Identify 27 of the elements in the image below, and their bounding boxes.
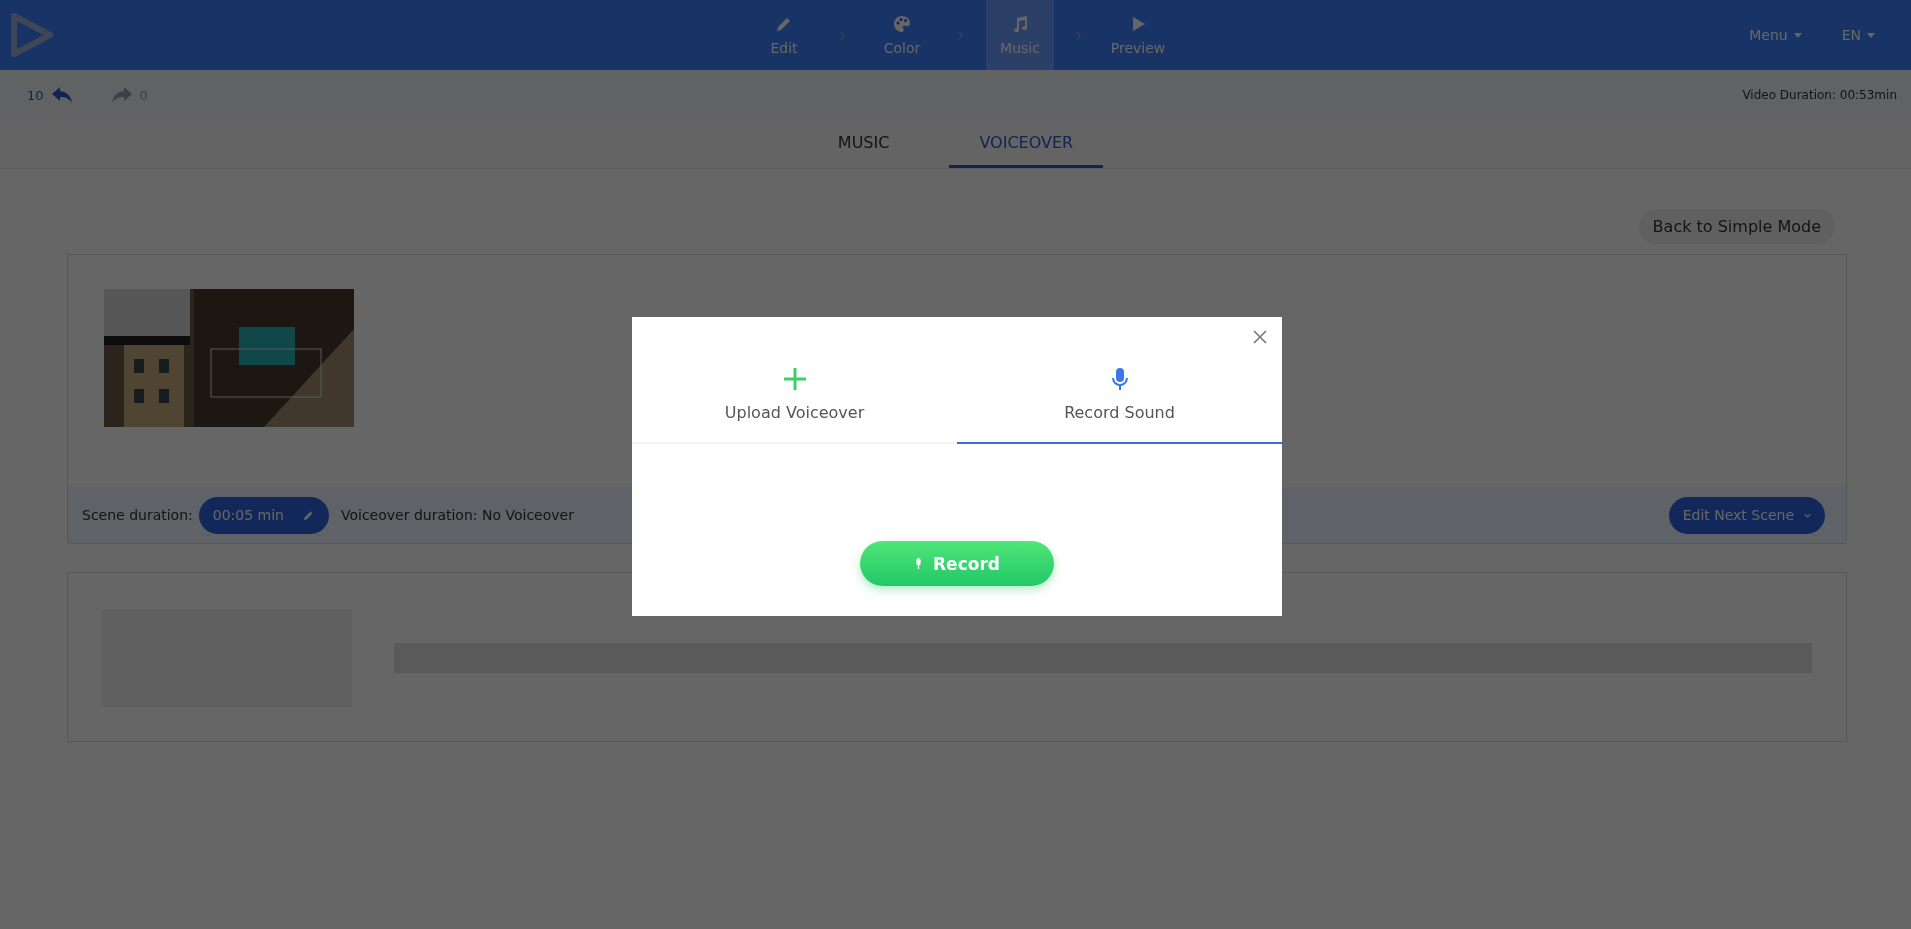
back-to-simple-mode-button[interactable]: Back to Simple Mode: [1638, 209, 1835, 244]
plus-icon: [782, 367, 807, 391]
tab[interactable]: MUSIC: [807, 120, 920, 168]
caret-icon: [1804, 512, 1811, 518]
tab[interactable]: VOICEOVER: [949, 120, 1104, 168]
dialog-tab[interactable]: Record Sound: [957, 367, 1282, 444]
menu-dropdown[interactable]: Menu: [1749, 27, 1802, 43]
close-icon[interactable]: [1252, 329, 1268, 345]
dialog-tab[interactable]: Upload Voiceover: [632, 367, 957, 444]
voiceover-duration: Voiceover duration: No Voiceover: [340, 507, 574, 523]
play-logo-icon[interactable]: [10, 13, 54, 57]
chevron-icon: [840, 30, 846, 40]
record-button[interactable]: Record: [860, 541, 1054, 586]
video-duration: Video Duration: 00:53min: [1742, 88, 1897, 102]
undo-count: 10: [27, 87, 44, 103]
step-tab[interactable]: Color: [868, 0, 936, 70]
chevron-icon: [1076, 30, 1082, 40]
edit-next-scene-button[interactable]: Edit Next Scene: [1668, 496, 1825, 534]
scene-duration-button[interactable]: 00:05 min: [198, 496, 329, 534]
chevron-icon: [958, 30, 964, 40]
language-dropdown[interactable]: EN: [1841, 27, 1875, 43]
palette-icon: [892, 14, 912, 34]
redo-icon[interactable]: [109, 85, 134, 105]
scene-duration-label: Scene duration:: [82, 507, 193, 523]
microphone-icon: [914, 557, 924, 570]
step-tab[interactable]: Edit: [750, 0, 818, 70]
step-tab[interactable]: Preview: [1104, 0, 1172, 70]
